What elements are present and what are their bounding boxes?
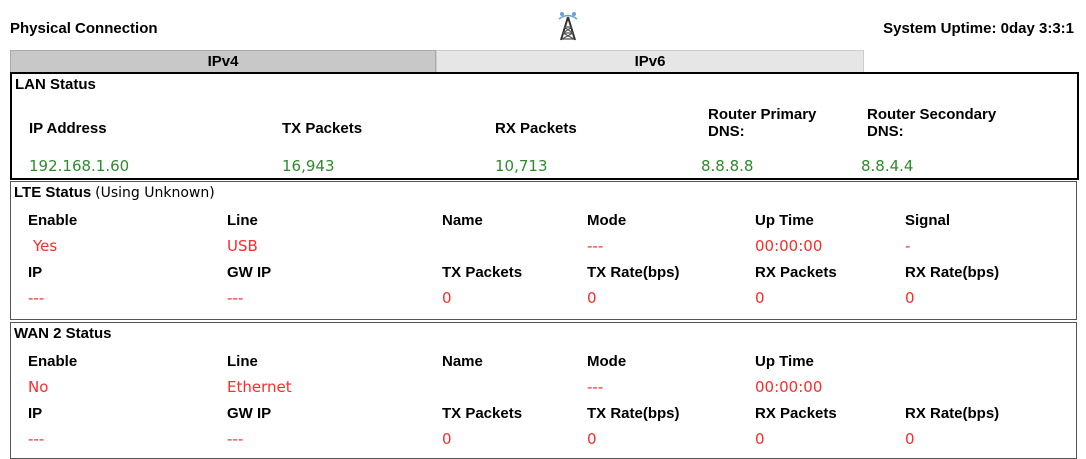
lan-primary-dns-value: 8.8.8.8 [701,157,754,175]
lte-header-signal: Signal [905,212,951,229]
lte-rx-rate-value: 0 [905,289,915,307]
wan2-rx-rate-value: 0 [905,430,915,448]
wan2-up-time-value: 00:00:00 [755,378,823,396]
lte-header-gw-ip: GW IP [227,264,272,281]
lte-mode-value: --- [587,237,604,255]
wan2-status-title: WAN 2 Status [14,325,112,342]
wan2-header-enable: Enable [28,353,78,370]
wan2-header-mode: Mode [587,353,627,370]
antenna-tower-icon [555,10,581,42]
lte-header-up-time: Up Time [755,212,814,229]
lte-ip-value: --- [28,289,45,307]
lte-status-title: LTE Status [14,184,92,201]
lan-tx-packets-value: 16,943 [282,157,335,175]
lte-status-heading: LTE Status (Using Unknown) [14,184,215,201]
wan2-status-panel: WAN 2 Status Enable Line Name Mode Up Ti… [10,322,1077,459]
lte-up-time-value: 00:00:00 [755,237,823,255]
wan2-tx-rate-value: 0 [587,430,597,448]
lte-status-subtitle: (Using Unknown) [95,185,215,201]
lte-header-mode: Mode [587,212,627,229]
wan2-gw-ip-value: --- [227,430,244,448]
lan-ip-address-value: 192.168.1.60 [29,157,130,175]
lte-enable-value: Yes [33,237,58,255]
lan-header-ip-address: IP Address [29,120,107,137]
lte-line-value: USB [227,237,258,255]
wan2-enable-value: No [28,378,49,396]
lan-status-panel: LAN Status IP Address TX Packets RX Pack… [10,72,1079,180]
page-title: Physical Connection [10,20,158,37]
lte-rx-packets-value: 0 [755,289,765,307]
lte-header-rx-packets: RX Packets [755,264,837,281]
wan2-ip-value: --- [28,430,45,448]
wan2-header-ip: IP [28,405,43,422]
wan2-header-rx-packets: RX Packets [755,405,837,422]
lte-gw-ip-value: --- [227,289,244,307]
lan-header-tx-packets: TX Packets [282,120,363,137]
lte-tx-packets-value: 0 [442,289,452,307]
lan-header-rx-packets: RX Packets [495,120,577,137]
lan-status-title: LAN Status [15,76,96,93]
lte-signal-value: - [905,237,911,255]
tab-ipv4[interactable]: IPv4 [10,50,436,73]
wan2-header-gw-ip: GW IP [227,405,272,422]
lan-secondary-dns-value: 8.8.4.4 [861,157,914,175]
lte-status-panel: LTE Status (Using Unknown) Enable Line N… [10,181,1077,320]
system-uptime: System Uptime: 0day 3:3:1 [883,20,1074,37]
wan2-header-tx-packets: TX Packets [442,405,523,422]
wan2-header-tx-rate: TX Rate(bps) [587,405,680,422]
wan2-rx-packets-value: 0 [755,430,765,448]
lte-header-tx-rate: TX Rate(bps) [587,264,680,281]
wan2-header-line: Line [227,353,258,370]
lte-header-name: Name [442,212,483,229]
lan-rx-packets-value: 10,713 [495,157,548,175]
wan2-line-value: Ethernet [227,378,292,396]
wan2-header-name: Name [442,353,483,370]
lan-header-secondary-dns: Router Secondary DNS: [867,106,997,140]
wan2-header-rx-rate: RX Rate(bps) [905,405,1000,422]
lan-header-primary-dns: Router Primary DNS: [708,106,817,140]
tab-ipv6[interactable]: IPv6 [436,50,864,73]
lte-header-tx-packets: TX Packets [442,264,523,281]
lte-header-line: Line [227,212,258,229]
wan2-mode-value: --- [587,378,604,396]
lte-header-rx-rate: RX Rate(bps) [905,264,1000,281]
lte-header-enable: Enable [28,212,78,229]
wan2-tx-packets-value: 0 [442,430,452,448]
wan2-header-up-time: Up Time [755,353,814,370]
lte-tx-rate-value: 0 [587,289,597,307]
lte-header-ip: IP [28,264,43,281]
